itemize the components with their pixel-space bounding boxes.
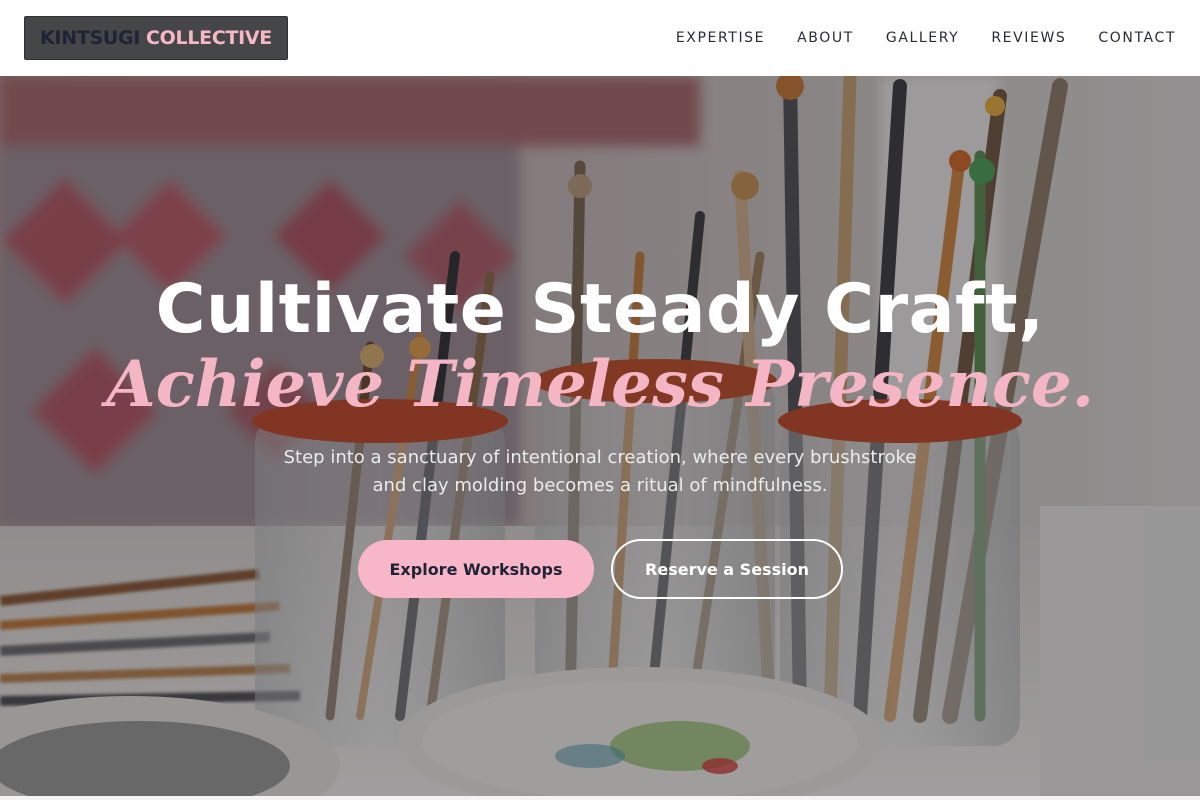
main-nav: EXPERTISE ABOUT GALLERY REVIEWS CONTACT — [676, 30, 1176, 46]
hero-subtext: Step into a sanctuary of intentional cre… — [283, 447, 917, 496]
hero-headline-line1: Cultivate Steady Craft, — [155, 270, 1045, 349]
hero-headline-line2: Achieve Timeless Presence. — [106, 347, 1094, 422]
nav-reviews[interactable]: REVIEWS — [991, 30, 1066, 46]
site-header: KINTSUGI COLLECTIVE EXPERTISE ABOUT GALL… — [0, 0, 1200, 76]
reserve-session-button[interactable]: Reserve a Session — [611, 539, 843, 599]
hero-section: Cultivate Steady Craft, Achieve Timeless… — [0, 76, 1200, 796]
nav-expertise[interactable]: EXPERTISE — [676, 30, 765, 46]
logo-text-primary: KINTSUGI — [40, 27, 141, 49]
site-logo[interactable]: KINTSUGI COLLECTIVE — [24, 16, 288, 60]
nav-gallery[interactable]: GALLERY — [886, 30, 959, 46]
nav-contact[interactable]: CONTACT — [1098, 30, 1176, 46]
nav-about[interactable]: ABOUT — [797, 30, 854, 46]
logo-text-accent: COLLECTIVE — [146, 27, 272, 49]
page-bottom-edge — [0, 796, 1200, 800]
hero-content: Cultivate Steady Craft, Achieve Timeless… — [0, 76, 1200, 796]
explore-workshops-button[interactable]: Explore Workshops — [358, 540, 594, 598]
